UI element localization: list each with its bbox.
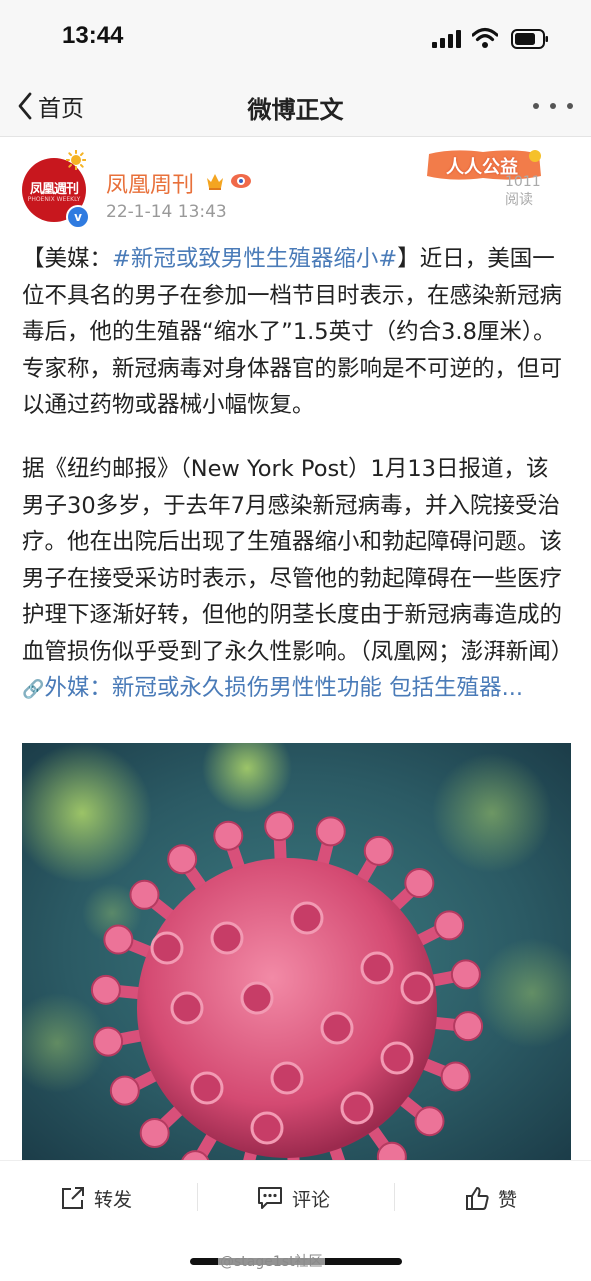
toolbar-divider	[197, 1183, 198, 1211]
watermark: @stage1st社区	[218, 1251, 325, 1271]
comment-label: 评论	[292, 1188, 331, 1211]
author-name[interactable]: 凤凰周刊	[106, 167, 194, 199]
like-button[interactable]: 赞	[464, 1181, 517, 1215]
page-title: 微博正文	[247, 96, 344, 124]
para2-text: 据《纽约邮报》（New York Post）1月13日报道，该男子30多岁，于去…	[22, 456, 574, 665]
status-bar: 13:44	[0, 0, 591, 76]
link-icon: 🔗	[22, 679, 45, 700]
avatar-logo-subtext: PHOENIX WEEKLY	[27, 196, 81, 203]
more-options-button[interactable]	[533, 94, 573, 118]
like-label: 赞	[498, 1188, 518, 1211]
sun-decoration-icon	[66, 150, 86, 170]
topic-hashtag-link[interactable]: #新冠或致男性生殖器缩小#	[112, 246, 397, 272]
repost-icon	[62, 1187, 84, 1209]
comment-icon	[258, 1187, 282, 1209]
post-timestamp: 22-1-14 13:43	[106, 202, 227, 222]
comment-button[interactable]: 评论	[256, 1181, 330, 1215]
crown-badge-icon	[207, 174, 223, 190]
post-paragraph-2: 据《纽约邮报》（New York Post）1月13日报道，该男子30多岁，于去…	[22, 451, 574, 709]
verified-badge-icon: v	[66, 205, 90, 229]
para1-prefix: 【美媒：	[22, 246, 113, 272]
battery-icon	[511, 29, 548, 49]
wifi-icon	[472, 27, 498, 48]
toolbar-divider	[394, 1183, 395, 1211]
post-image-virus[interactable]	[22, 743, 571, 1160]
avatar-logo-text: 凤凰週刊	[29, 182, 79, 197]
eye-badge-icon	[231, 174, 251, 188]
status-time: 13:44	[62, 22, 124, 49]
more-dot-icon	[533, 103, 539, 109]
more-dot-icon	[550, 103, 556, 109]
repost-label: 转发	[94, 1188, 133, 1211]
repost-button[interactable]: 转发	[60, 1181, 132, 1215]
navigation-bar: 首页 微博正文	[0, 76, 591, 137]
read-label: 阅读	[505, 192, 533, 208]
thumbs-up-icon	[466, 1187, 489, 1210]
read-count: 1011	[505, 174, 541, 190]
more-dot-icon	[567, 103, 573, 109]
article-link[interactable]: 外媒：新冠或永久损伤男性性功能 包括生殖器...	[44, 675, 523, 701]
post-paragraph-1: 【美媒：#新冠或致男性生殖器缩小#】近日，美国一位不具名的男子在参加一档节目时表…	[22, 241, 570, 424]
cellular-signal-icon	[432, 30, 461, 48]
